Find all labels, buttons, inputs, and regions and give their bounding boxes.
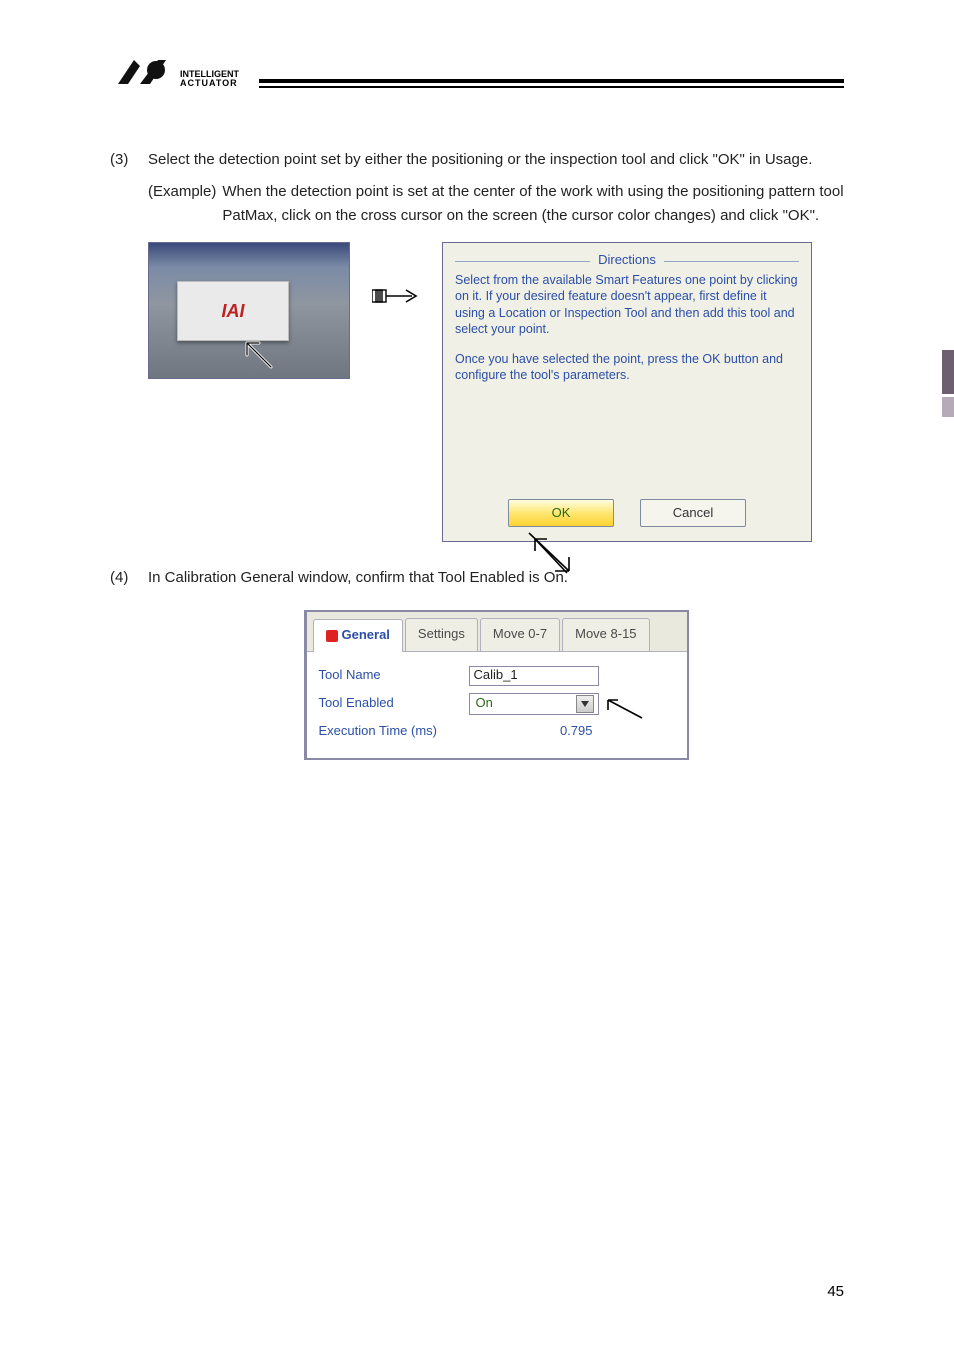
directions-buttons: OK Cancel: [443, 499, 811, 527]
select-tool-enabled[interactable]: On: [469, 693, 599, 715]
tab-settings[interactable]: Settings: [405, 618, 478, 651]
step-3-text: Select the detection point set by either…: [148, 148, 844, 172]
step-3: (3) Select the detection point set by ei…: [110, 148, 844, 172]
side-tab-light: [942, 397, 954, 417]
prop-grid: Tool Name Calib_1 Tool Enabled On: [307, 652, 687, 758]
tab-general-icon: [326, 630, 338, 642]
label-tool-name: Tool Name: [319, 665, 469, 686]
value-tool-enabled: On: [476, 693, 493, 714]
ok-button[interactable]: OK: [508, 499, 614, 527]
example-label: (Example): [148, 180, 222, 228]
directions-title: Directions: [590, 250, 664, 271]
row-tool-name: Tool Name Calib_1: [319, 662, 675, 690]
select-callout-arrow-icon: [600, 692, 644, 722]
cancel-button[interactable]: Cancel: [640, 499, 746, 527]
calibration-window: General Settings Move 0-7 Move 8-15 Tool…: [304, 610, 689, 760]
camera-view: IAI: [148, 242, 350, 379]
row-tool-enabled: Tool Enabled On: [319, 690, 675, 718]
directions-panel: Directions Select from the available Sma…: [442, 242, 812, 542]
ok-arrow-icon: [517, 527, 567, 573]
logo-mark-icon: [110, 60, 170, 88]
page-number: 45: [827, 1283, 844, 1300]
tab-move815-label: Move 8-15: [575, 626, 636, 641]
tab-general[interactable]: General: [313, 619, 403, 652]
tab-move07[interactable]: Move 0-7: [480, 618, 560, 651]
tab-settings-label: Settings: [418, 626, 465, 641]
header-rule: [259, 79, 844, 88]
content: (3) Select the detection point set by ei…: [110, 148, 844, 760]
step-3-example: (Example) When the detection point is se…: [148, 180, 844, 228]
directions-para-2: Once you have selected the point, press …: [455, 351, 799, 384]
mid-arrow-icon: [372, 242, 420, 377]
label-tool-enabled: Tool Enabled: [319, 693, 469, 714]
step-4: (4) In Calibration General window, confi…: [110, 566, 844, 590]
page: INTELLIGENT ACTUATOR (3) Select the dete…: [0, 0, 954, 1350]
camera-sticker: IAI: [177, 281, 289, 341]
tab-general-label: General: [342, 627, 390, 642]
step-4-text: In Calibration General window, confirm t…: [148, 566, 844, 590]
side-tab-dark: [942, 350, 954, 394]
camera-cursor-arrow-icon: [237, 333, 273, 369]
tab-move815[interactable]: Move 8-15: [562, 618, 649, 651]
step-3-num: (3): [110, 148, 148, 172]
logo-text: INTELLIGENT ACTUATOR: [180, 70, 239, 88]
example-body: When the detection point is set at the c…: [222, 180, 844, 228]
value-exec-time: 0.795: [469, 721, 599, 742]
value-tool-name: Calib_1: [474, 665, 518, 686]
step-4-num: (4): [110, 566, 148, 590]
input-tool-name[interactable]: Calib_1: [469, 666, 599, 686]
tab-move07-label: Move 0-7: [493, 626, 547, 641]
chevron-down-icon: [576, 695, 594, 713]
brand-sub: ACTUATOR: [180, 79, 239, 88]
tabs-row: General Settings Move 0-7 Move 8-15: [307, 612, 687, 652]
figure-1: IAI: [148, 242, 844, 542]
directions-para-1: Select from the available Smart Features…: [455, 272, 799, 337]
header: INTELLIGENT ACTUATOR: [110, 60, 844, 88]
label-exec-time: Execution Time (ms): [319, 721, 469, 742]
